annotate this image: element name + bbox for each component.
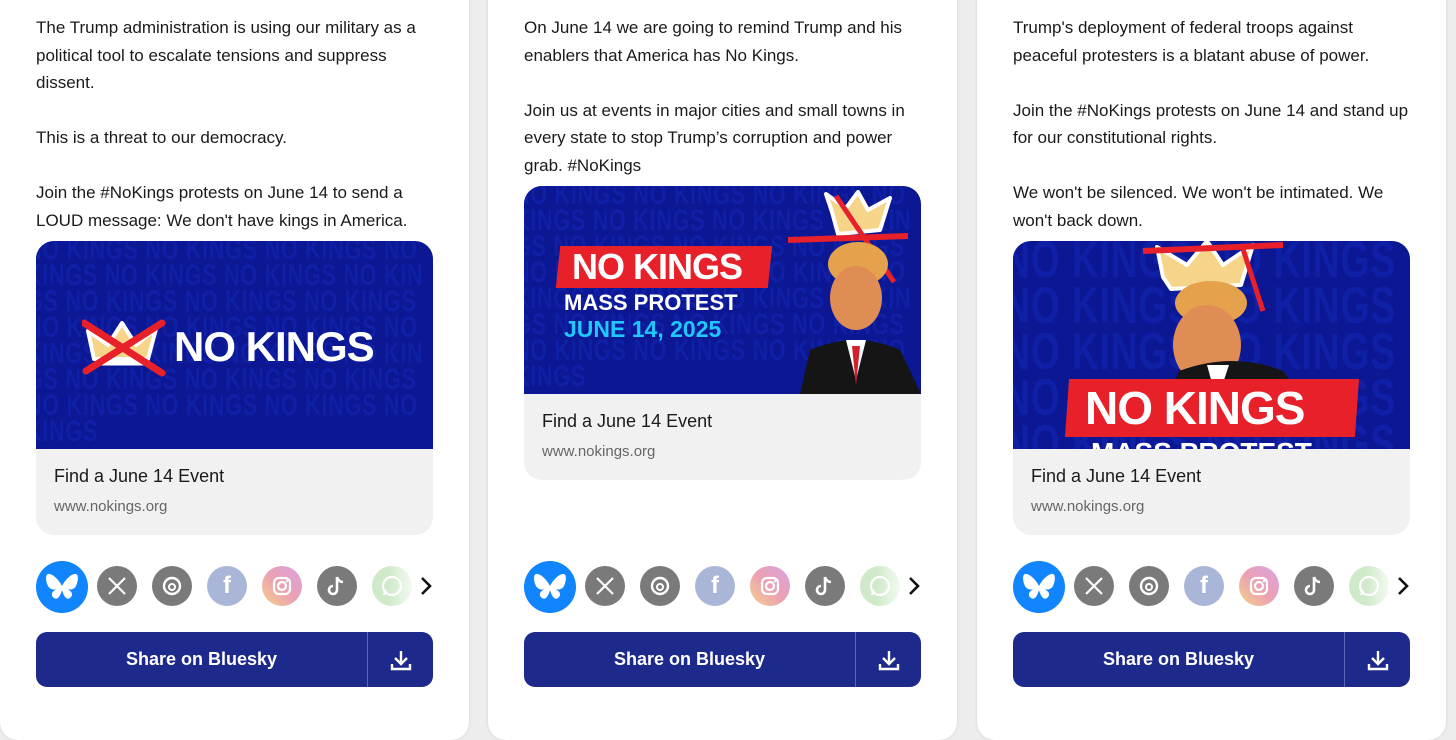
post-text: The Trump administration is using our mi…: [36, 14, 436, 234]
instagram-icon[interactable]: [262, 566, 302, 606]
threads-icon[interactable]: [1129, 566, 1169, 606]
preview-title: Find a June 14 Event: [54, 466, 225, 486]
instagram-icon[interactable]: [750, 566, 790, 606]
share-button-group: Share on Bluesky: [1013, 632, 1410, 687]
tiktok-icon[interactable]: [1294, 566, 1334, 606]
share-button-group: Share on Bluesky: [524, 632, 921, 687]
tiktok-icon[interactable]: [805, 566, 845, 606]
preview-url: www.nokings.org: [1031, 498, 1145, 515]
scroll-fade: [388, 561, 423, 613]
share-button-group: Share on Bluesky: [36, 632, 433, 687]
crown-icon: [82, 319, 166, 377]
post-card-3: Trump's deployment of federal troops aga…: [977, 0, 1446, 740]
preview-title: Find a June 14 Event: [1031, 466, 1202, 486]
download-icon[interactable]: [1345, 632, 1410, 687]
scroll-fade: [876, 561, 911, 613]
facebook-icon[interactable]: f: [1184, 566, 1224, 606]
banner-text: NO KINGS: [174, 323, 375, 370]
x-icon[interactable]: [585, 566, 625, 606]
post-card-1: The Trump administration is using our mi…: [0, 0, 469, 740]
preview-url: www.nokings.org: [542, 443, 656, 460]
partial-subtitle: MASS PROTEST: [1091, 437, 1312, 449]
post-paragraph: Join the #NoKings protests on June 14 to…: [36, 183, 408, 230]
post-paragraph: We won't be silenced. We won't be intima…: [1013, 183, 1384, 230]
share-icons-row: f: [1013, 561, 1410, 613]
post-paragraph: This is a threat to our democracy.: [36, 128, 288, 147]
share-on-bluesky-button[interactable]: Share on Bluesky: [524, 632, 856, 687]
link-preview-card[interactable]: NO KINGS NO KINGS NO KINGS NO KINGS NO K…: [524, 186, 921, 480]
share-on-bluesky-button[interactable]: Share on Bluesky: [1013, 632, 1345, 687]
share-icons-row: f: [524, 561, 921, 613]
preview-image: NO KINGS NO KINGS NO KINGS NO KINGS NO K…: [36, 241, 433, 449]
threads-icon[interactable]: [152, 566, 192, 606]
bluesky-icon[interactable]: [36, 561, 88, 613]
poster-subtitle: MASS PROTEST: [564, 290, 738, 315]
post-paragraph: Join the #NoKings protests on June 14 an…: [1013, 100, 1409, 148]
link-preview-card[interactable]: NO KINGS NO KINGS NO KINGS NO KINGS NO K…: [36, 241, 433, 535]
post-text: On June 14 we are going to remind Trump …: [524, 14, 924, 179]
x-icon[interactable]: [1074, 566, 1114, 606]
chevron-right-icon[interactable]: [419, 573, 433, 599]
post-paragraph: Join us at events in major cities and sm…: [524, 100, 905, 175]
download-icon[interactable]: [368, 632, 433, 687]
bluesky-icon[interactable]: [1013, 561, 1065, 613]
facebook-icon[interactable]: f: [207, 566, 247, 606]
chevron-right-icon[interactable]: [1396, 573, 1410, 599]
instagram-icon[interactable]: [1239, 566, 1279, 606]
bluesky-icon[interactable]: [524, 561, 576, 613]
threads-icon[interactable]: [640, 566, 680, 606]
facebook-icon[interactable]: f: [695, 566, 735, 606]
poster-date: JUNE 14, 2025: [564, 316, 722, 342]
preview-image: NO KINGS NO KINGS NO KINGS NO KINGS NO K…: [1013, 241, 1410, 449]
banner-text: NO KINGS: [1085, 382, 1305, 434]
share-icons-row: f: [36, 561, 433, 613]
preview-title: Find a June 14 Event: [542, 411, 713, 431]
post-paragraph: Trump's deployment of federal troops aga…: [1013, 18, 1370, 65]
post-text: Trump's deployment of federal troops aga…: [1013, 14, 1413, 234]
post-paragraph: The Trump administration is using our mi…: [36, 18, 416, 92]
post-paragraph: On June 14 we are going to remind Trump …: [524, 18, 902, 65]
preview-url: www.nokings.org: [54, 498, 168, 515]
portrait-illustration: [787, 190, 921, 394]
link-preview-card[interactable]: NO KINGS NO KINGS NO KINGS NO KINGS NO K…: [1013, 241, 1410, 535]
preview-image: NO KINGS NO KINGS NO KINGS NO KINGS NO K…: [524, 186, 921, 394]
chevron-right-icon[interactable]: [907, 573, 921, 599]
poster-title: NO KINGS: [572, 246, 743, 287]
scroll-fade: [1365, 561, 1400, 613]
post-card-2: On June 14 we are going to remind Trump …: [488, 0, 957, 740]
share-on-bluesky-button[interactable]: Share on Bluesky: [36, 632, 368, 687]
download-icon[interactable]: [856, 632, 921, 687]
x-icon[interactable]: [97, 566, 137, 606]
tiktok-icon[interactable]: [317, 566, 357, 606]
